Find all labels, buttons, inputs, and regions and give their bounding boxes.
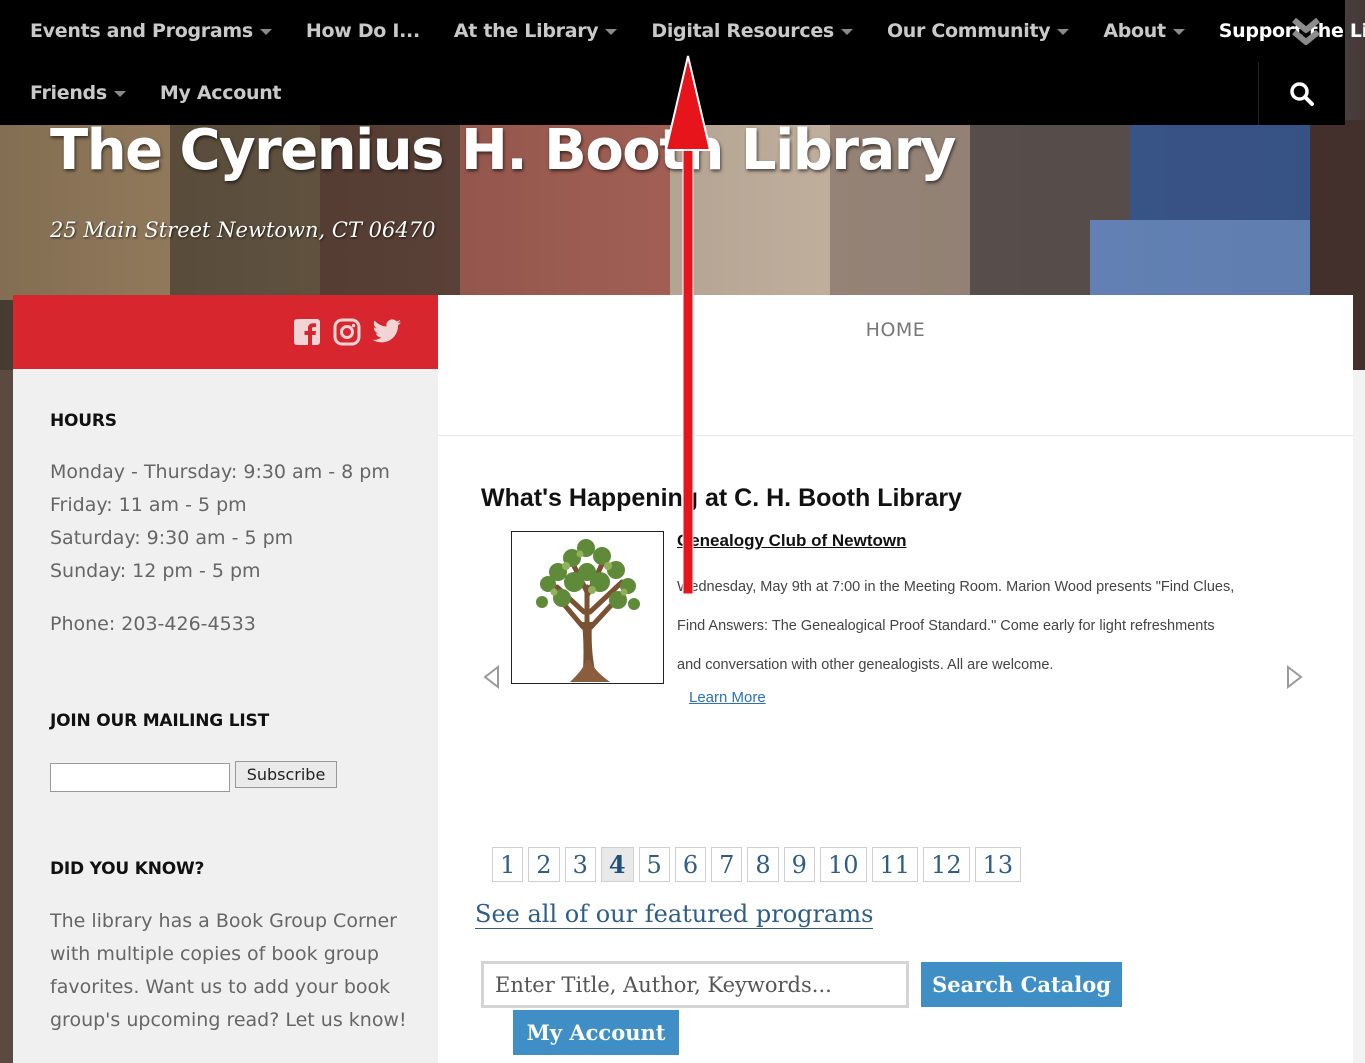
hours-title: HOURS	[50, 411, 117, 431]
divider	[438, 435, 1353, 436]
page-number[interactable]: 13	[974, 847, 1022, 882]
page-number[interactable]: 1	[492, 847, 524, 882]
twitter-icon[interactable]	[372, 317, 402, 347]
nav-item-my-account[interactable]: My Account	[159, 82, 282, 104]
caret-down-icon	[259, 29, 272, 35]
search-icon	[1290, 81, 1314, 106]
nav-item-label: About	[1103, 20, 1166, 42]
nav-item-how-do-i[interactable]: How Do I...	[306, 20, 420, 42]
did-you-know-text: The library has a Book Group Corner with…	[50, 910, 407, 1031]
nav-item-label: How Do I...	[305, 20, 420, 42]
page-number[interactable]: 11	[871, 847, 919, 882]
nav-item-events-and-programs[interactable]: Events and Programs	[30, 20, 272, 42]
hours-line: Saturday: 9:30 am - 5 pm	[50, 527, 294, 549]
page-number[interactable]: 5	[638, 847, 670, 882]
phone-number: Phone: 203-426-4533	[50, 613, 256, 635]
section-title: What's Happening at C. H. Booth Library	[481, 484, 962, 512]
mailing-list-email-input[interactable]	[50, 763, 230, 792]
nav-item-label: My Account	[159, 82, 282, 104]
nav-item-label: Digital Resources	[651, 20, 834, 42]
mailing-list-title: JOIN OUR MAILING LIST	[50, 711, 269, 731]
page-number[interactable]: 7	[711, 847, 743, 882]
breadcrumb: HOME	[865, 319, 926, 341]
social-bar	[13, 295, 438, 369]
page-number[interactable]: 12	[923, 847, 970, 882]
my-account-button[interactable]: My Account	[513, 1010, 679, 1055]
search-toggle-button[interactable]	[1258, 62, 1345, 125]
caret-down-icon	[1172, 29, 1185, 35]
hours-line: Friday: 11 am - 5 pm	[50, 494, 247, 516]
all-programs-link[interactable]: See all of our featured programs	[475, 900, 874, 929]
caret-down-icon	[605, 29, 618, 35]
event-description: Wednesday, May 9th at 7:00 in the Meetin…	[677, 579, 1235, 673]
double-chevron-down-icon[interactable]	[1286, 14, 1326, 50]
top-navigation: Events and Programs How Do I... At the L…	[0, 0, 1365, 125]
slider-prev-arrow-icon[interactable]	[482, 664, 502, 690]
site-address: 25 Main Street Newtown, CT 06470	[50, 218, 436, 242]
page-number[interactable]: 8	[747, 847, 779, 882]
sidebar: HOURS Monday - Thursday: 9:30 am - 8 pm …	[13, 295, 438, 1063]
event-title-link[interactable]: Genealogy Club of Newtown	[677, 531, 907, 551]
slider-pagination: 1 2 3 4 5 6 7 8 9 10 11 12 13	[492, 847, 1022, 882]
nav-item-label: Friends	[30, 82, 107, 104]
nav-item-about[interactable]: About	[1103, 20, 1185, 42]
page-number[interactable]: 6	[674, 847, 707, 882]
nav-item-label: Our Community	[886, 20, 1051, 42]
nav-item-digital-resources[interactable]: Digital Resources	[651, 20, 853, 42]
page-scrollbar[interactable]	[1353, 370, 1365, 1063]
nav-item-friends[interactable]: Friends	[30, 82, 126, 104]
event-image[interactable]	[511, 531, 664, 684]
page-number[interactable]: 10	[819, 847, 867, 882]
hours-line: Monday - Thursday: 9:30 am - 8 pm	[50, 461, 390, 483]
page-number[interactable]: 3	[564, 847, 596, 882]
hours-line: Sunday: 12 pm - 5 pm	[50, 560, 261, 582]
site-title[interactable]: The Cyrenius H. Booth Library	[50, 118, 956, 183]
nav-item-our-community[interactable]: Our Community	[886, 20, 1070, 42]
nav-item-at-the-library[interactable]: At the Library	[453, 20, 618, 42]
caret-down-icon	[113, 91, 126, 97]
page-number-active[interactable]: 4	[600, 847, 634, 882]
caret-down-icon	[840, 29, 853, 35]
slider-next-arrow-icon[interactable]	[1284, 664, 1304, 690]
page-number[interactable]: 2	[528, 847, 560, 882]
tree-icon	[536, 539, 640, 682]
main-content: HOME What's Happening at C. H. Booth Lib…	[438, 295, 1353, 1063]
nav-row-secondary: Friends My Account	[0, 62, 1258, 124]
caret-down-icon	[1057, 29, 1070, 35]
learn-more-link[interactable]: Learn More	[689, 689, 766, 706]
nav-row-primary: Events and Programs How Do I... At the L…	[0, 0, 1365, 62]
did-you-know-title: DID YOU KNOW?	[50, 859, 205, 879]
instagram-icon[interactable]	[332, 317, 362, 347]
search-catalog-button[interactable]: Search Catalog	[921, 962, 1122, 1007]
nav-item-label: Events and Programs	[30, 20, 253, 42]
subscribe-button[interactable]: Subscribe	[235, 761, 337, 788]
catalog-search-input[interactable]	[481, 961, 909, 1008]
nav-item-label: At the Library	[453, 20, 599, 42]
page-number[interactable]: 9	[783, 847, 815, 882]
facebook-icon[interactable]	[292, 317, 322, 347]
